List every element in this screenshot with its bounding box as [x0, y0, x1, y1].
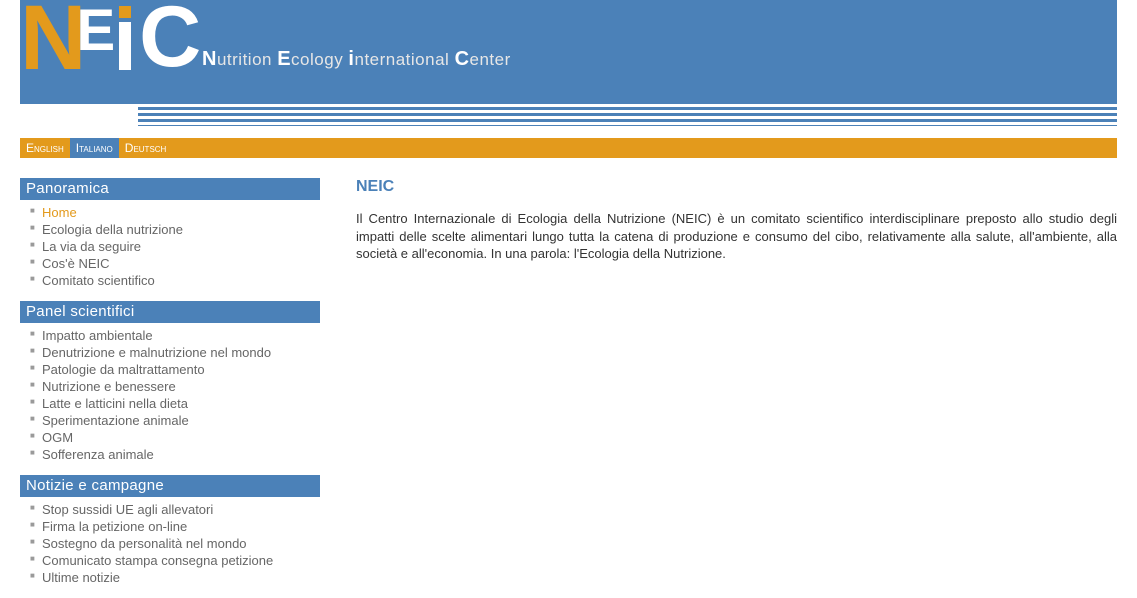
menu-item[interactable]: Cos'è NEIC [20, 255, 320, 272]
lang-english[interactable]: English [20, 138, 70, 158]
tagline-c: C [455, 48, 470, 70]
menu-item[interactable]: Comitato scientifico [20, 272, 320, 289]
menu-item[interactable]: Stop sussidi UE agli allevatori [20, 501, 320, 518]
menu-item[interactable]: Sostegno da personalità nel mondo [20, 535, 320, 552]
tagline-ecology: cology [291, 50, 348, 69]
section-header: Panoramica [20, 178, 320, 200]
logo-letter-i [119, 6, 131, 70]
section-menu: Stop sussidi UE agli allevatoriFirma la … [20, 501, 320, 586]
section-menu: HomeEcologia della nutrizioneLa via da s… [20, 204, 320, 289]
tagline-n: N [202, 48, 217, 70]
menu-item[interactable]: Firma la petizione on-line [20, 518, 320, 535]
main-content: NEIC Il Centro Internazionale di Ecologi… [356, 178, 1117, 598]
menu-item[interactable]: La via da seguire [20, 238, 320, 255]
menu-item[interactable]: Ultime notizie [20, 569, 320, 586]
tagline: Nutrition Ecology international Center [202, 48, 511, 71]
menu-item[interactable]: Sofferenza animale [20, 446, 320, 463]
stripe-divider [138, 104, 1117, 126]
sidebar: PanoramicaHomeEcologia della nutrizioneL… [20, 178, 320, 598]
section-header: Panel scientifici [20, 301, 320, 323]
lang-deutsch[interactable]: Deutsch [119, 138, 173, 158]
menu-item[interactable]: Denutrizione e malnutrizione nel mondo [20, 344, 320, 361]
logo-letter-n: N [20, 0, 80, 84]
page-title: NEIC [356, 178, 1117, 196]
menu-item[interactable]: Impatto ambientale [20, 327, 320, 344]
tagline-e: E [277, 48, 291, 70]
menu-item[interactable]: OGM [20, 429, 320, 446]
tagline-center: enter [470, 50, 511, 69]
menu-item[interactable]: Patologie da maltrattamento [20, 361, 320, 378]
section-menu: Impatto ambientaleDenutrizione e malnutr… [20, 327, 320, 463]
menu-item[interactable]: Ecologia della nutrizione [20, 221, 320, 238]
section-header: Notizie e campagne [20, 475, 320, 497]
menu-item[interactable]: Latte e latticini nella dieta [20, 395, 320, 412]
header-banner: N E C Nutrition Ecology international Ce… [20, 0, 1117, 104]
menu-item[interactable]: Home [20, 204, 320, 221]
logo-letter-c: C [139, 0, 201, 80]
menu-item[interactable]: Nutrizione e benessere [20, 378, 320, 395]
logo: N E C [20, 0, 201, 104]
body-text: Il Centro Internazionale di Ecologia del… [356, 210, 1117, 263]
menu-item[interactable]: Sperimentazione animale [20, 412, 320, 429]
tagline-nutrition: utrition [217, 50, 277, 69]
language-bar: EnglishItalianoDeutsch [20, 138, 1117, 158]
lang-italiano[interactable]: Italiano [70, 138, 119, 158]
tagline-international: nternational [354, 50, 454, 69]
logo-letter-e: E [76, 2, 115, 60]
